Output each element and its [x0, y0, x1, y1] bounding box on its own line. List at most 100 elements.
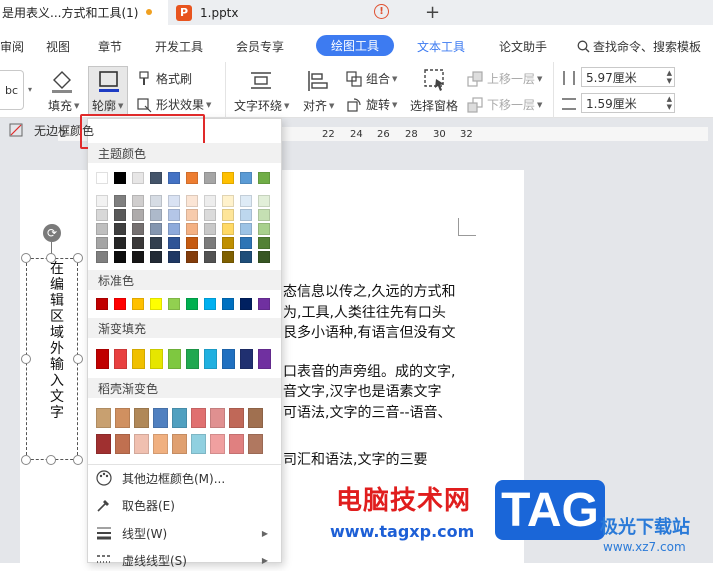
color-swatch[interactable]: [222, 298, 234, 310]
color-swatch[interactable]: [240, 251, 252, 263]
color-swatch[interactable]: [114, 209, 126, 221]
color-swatch[interactable]: [222, 195, 234, 207]
color-swatch[interactable]: [240, 349, 253, 369]
color-swatch[interactable]: [132, 237, 144, 249]
color-swatch[interactable]: [222, 251, 234, 263]
resize-handle[interactable]: [73, 354, 83, 364]
bring-forward-button[interactable]: 上移一层 ▼: [467, 70, 542, 87]
color-swatch[interactable]: [115, 408, 130, 428]
color-swatch[interactable]: [132, 223, 144, 235]
color-swatch[interactable]: [150, 223, 162, 235]
color-swatch[interactable]: [132, 172, 144, 184]
color-swatch[interactable]: [248, 408, 263, 428]
color-swatch[interactable]: [96, 195, 108, 207]
tab-pptx[interactable]: P 1.pptx !: [170, 0, 396, 25]
color-swatch[interactable]: [168, 298, 180, 310]
text-wrap-button[interactable]: 文字环绕 ▼: [234, 97, 289, 114]
tab-document[interactable]: 是用表义...方式和工具(1): [0, 0, 168, 25]
color-swatch[interactable]: [114, 349, 127, 369]
color-swatch[interactable]: [114, 251, 126, 263]
align-button[interactable]: 对齐 ▼: [303, 97, 334, 114]
color-swatch[interactable]: [258, 349, 271, 369]
height-stepper-icon[interactable]: ▲ ▼: [667, 95, 672, 111]
search-command[interactable]: 查找命令、搜索模板: [577, 38, 701, 55]
menu-developer[interactable]: 开发工具: [155, 38, 203, 55]
color-swatch[interactable]: [186, 195, 198, 207]
color-swatch[interactable]: [186, 237, 198, 249]
color-swatch[interactable]: [96, 237, 108, 249]
resize-handle[interactable]: [46, 455, 56, 465]
color-swatch[interactable]: [96, 172, 108, 184]
fill-button[interactable]: 填充 ▼: [48, 97, 79, 114]
color-swatch[interactable]: [96, 251, 108, 263]
send-backward-button[interactable]: 下移一层 ▼: [467, 96, 542, 113]
color-swatch[interactable]: [204, 209, 216, 221]
color-swatch[interactable]: [114, 223, 126, 235]
color-swatch[interactable]: [258, 237, 270, 249]
color-swatch[interactable]: [96, 209, 108, 221]
new-tab-button[interactable]: +: [425, 0, 440, 25]
width-input[interactable]: 5.97厘米 ▲ ▼: [581, 67, 675, 87]
color-swatch[interactable]: [240, 209, 252, 221]
color-swatch[interactable]: [186, 223, 198, 235]
menu-review[interactable]: 审阅: [0, 38, 24, 55]
color-swatch[interactable]: [258, 223, 270, 235]
color-swatch[interactable]: [240, 298, 252, 310]
color-swatch[interactable]: [150, 251, 162, 263]
color-swatch[interactable]: [258, 298, 270, 310]
color-swatch[interactable]: [204, 172, 216, 184]
eyedropper-item[interactable]: 取色器(E): [96, 494, 175, 516]
color-swatch[interactable]: [204, 298, 216, 310]
style-more-icon[interactable]: ▾: [28, 85, 32, 94]
resize-handle[interactable]: [21, 455, 31, 465]
color-swatch[interactable]: [204, 223, 216, 235]
color-swatch[interactable]: [222, 172, 234, 184]
width-stepper-icon[interactable]: ▲ ▼: [667, 69, 672, 85]
color-swatch[interactable]: [222, 349, 235, 369]
menu-view[interactable]: 视图: [46, 38, 70, 55]
color-swatch[interactable]: [150, 237, 162, 249]
color-swatch[interactable]: [204, 251, 216, 263]
color-swatch[interactable]: [132, 195, 144, 207]
color-swatch[interactable]: [134, 408, 149, 428]
rotate-button[interactable]: 旋转 ▼: [346, 96, 397, 113]
color-swatch[interactable]: [96, 349, 109, 369]
color-swatch[interactable]: [240, 223, 252, 235]
color-swatch[interactable]: [132, 349, 145, 369]
color-swatch[interactable]: [222, 209, 234, 221]
color-swatch[interactable]: [258, 172, 270, 184]
color-swatch[interactable]: [132, 251, 144, 263]
menu-drawing-tools[interactable]: 绘图工具: [316, 35, 394, 56]
color-swatch[interactable]: [204, 237, 216, 249]
color-swatch[interactable]: [172, 408, 187, 428]
color-swatch[interactable]: [114, 298, 126, 310]
menu-chapter[interactable]: 章节: [98, 38, 122, 55]
color-swatch[interactable]: [248, 434, 263, 454]
resize-handle[interactable]: [73, 253, 83, 263]
resize-handle[interactable]: [21, 354, 31, 364]
resize-handle[interactable]: [73, 455, 83, 465]
color-swatch[interactable]: [204, 195, 216, 207]
rotate-handle-icon[interactable]: ⟳: [43, 224, 61, 242]
color-swatch[interactable]: [134, 434, 149, 454]
color-swatch[interactable]: [114, 195, 126, 207]
shape-effect-button[interactable]: 形状效果 ▼: [136, 96, 211, 113]
color-swatch[interactable]: [240, 172, 252, 184]
color-swatch[interactable]: [96, 223, 108, 235]
group-button[interactable]: 组合 ▼: [346, 70, 397, 87]
color-swatch[interactable]: [168, 223, 180, 235]
color-swatch[interactable]: [186, 251, 198, 263]
color-swatch[interactable]: [96, 408, 111, 428]
color-swatch[interactable]: [240, 195, 252, 207]
color-swatch[interactable]: [186, 349, 199, 369]
color-swatch[interactable]: [150, 172, 162, 184]
color-swatch[interactable]: [115, 434, 130, 454]
color-swatch[interactable]: [114, 237, 126, 249]
menu-paper-assistant[interactable]: 论文助手: [499, 38, 547, 55]
color-swatch[interactable]: [96, 434, 111, 454]
color-swatch[interactable]: [172, 434, 187, 454]
color-swatch[interactable]: [191, 434, 206, 454]
text-box-content[interactable]: 在编辑区域外输入文字: [50, 261, 64, 421]
warning-icon[interactable]: !: [374, 4, 389, 19]
color-swatch[interactable]: [132, 209, 144, 221]
